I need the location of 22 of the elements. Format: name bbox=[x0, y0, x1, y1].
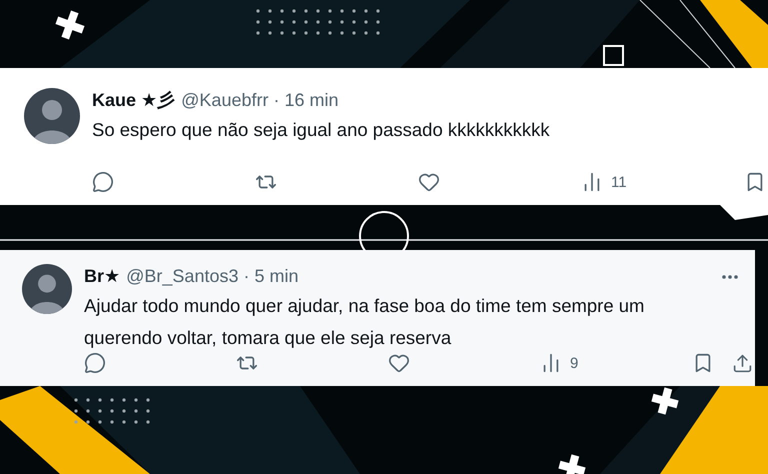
views-button[interactable]: 9 bbox=[540, 352, 692, 374]
diagonal-line bbox=[640, 0, 710, 68]
views-button[interactable]: 11 bbox=[581, 171, 744, 193]
reply-icon bbox=[92, 171, 114, 193]
handle-and-time: @Br_Santos3 · 5 min bbox=[126, 266, 299, 286]
heart-icon bbox=[418, 171, 440, 193]
share-button[interactable] bbox=[732, 352, 753, 374]
more-options-button[interactable] bbox=[722, 275, 738, 279]
handle-and-time: @Kauebfrr · 16 min bbox=[181, 90, 339, 110]
tweet-text: Ajudar todo mundo quer ajudar, na fase boa do time tem sempre um bbox=[84, 294, 646, 318]
tweet-text: So espero que não seja igual ano passado kkkkkkkkkkk bbox=[92, 118, 551, 142]
diagonal-line bbox=[680, 0, 736, 68]
plus-sign bbox=[55, 10, 85, 40]
plus-sign bbox=[558, 454, 586, 474]
tweet-text: querendo voltar, tomara que ele seja reserva bbox=[84, 326, 452, 350]
reply-icon bbox=[84, 352, 106, 374]
display-name[interactable]: Br★ bbox=[84, 266, 120, 286]
avatar bbox=[22, 264, 72, 314]
square-outline bbox=[603, 45, 624, 66]
display-name[interactable]: Kaue ★彡 bbox=[92, 88, 176, 112]
more-icon bbox=[722, 275, 738, 279]
heart-icon bbox=[388, 352, 410, 374]
